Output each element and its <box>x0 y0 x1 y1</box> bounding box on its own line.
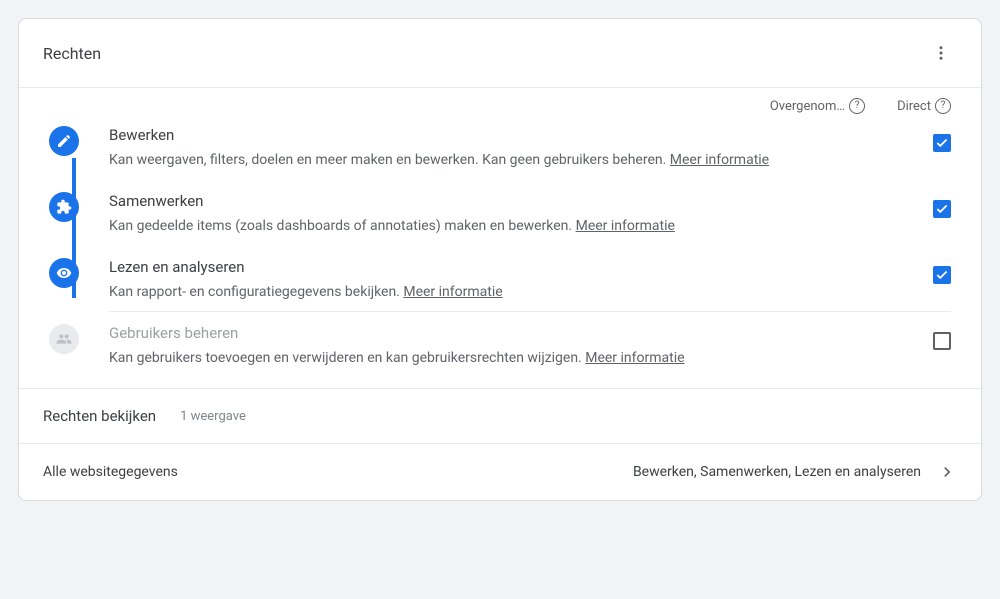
permission-title: Bewerken <box>109 126 891 144</box>
direct-checkbox[interactable] <box>933 332 951 350</box>
permission-description: Kan weergaven, filters, doelen en meer m… <box>109 152 891 168</box>
permission-row-collaborate: Samenwerken Kan gedeelde items (zoals da… <box>19 180 981 246</box>
permissions-card: Rechten Overgenom… ? Direct ? Bewerken <box>18 18 982 501</box>
direct-checkbox[interactable] <box>933 134 951 152</box>
view-row[interactable]: Alle websitegegevens Bewerken, Samenwerk… <box>19 443 981 500</box>
permission-title: Lezen en analyseren <box>109 258 891 276</box>
section-title: Rechten bekijken <box>43 407 156 425</box>
permission-description: Kan gebruikers toevoegen en verwijderen … <box>109 350 891 366</box>
view-permissions-section: Rechten bekijken 1 weergave <box>19 388 981 443</box>
column-headers: Overgenom… ? Direct ? <box>19 88 981 114</box>
direct-label: Direct <box>897 99 931 114</box>
collaborate-icon <box>49 192 79 222</box>
permission-row-read: Lezen en analyseren Kan rapport- en conf… <box>19 246 981 312</box>
more-info-link[interactable]: Meer informatie <box>403 284 502 300</box>
edit-icon <box>49 126 79 156</box>
manage-users-icon <box>49 324 79 354</box>
more-vert-icon <box>932 44 950 62</box>
more-info-link[interactable]: Meer informatie <box>576 218 675 234</box>
permission-title: Gebruikers beheren <box>109 324 891 342</box>
permission-row-manage-users: Gebruikers beheren Kan gebruikers toevoe… <box>19 312 981 378</box>
card-header: Rechten <box>19 19 981 88</box>
direct-column: Direct ? <box>897 98 951 114</box>
inherited-label: Overgenom… <box>770 99 845 114</box>
more-info-link[interactable]: Meer informatie <box>585 350 684 366</box>
permission-description: Kan gedeelde items (zoals dashboards of … <box>109 218 891 234</box>
view-name: Alle websitegegevens <box>43 464 178 480</box>
view-count: 1 weergave <box>180 409 246 424</box>
read-icon <box>49 258 79 288</box>
chevron-right-icon <box>937 462 957 482</box>
permission-title: Samenwerken <box>109 192 891 210</box>
overflow-menu-button[interactable] <box>925 37 957 69</box>
help-icon[interactable]: ? <box>935 98 951 114</box>
direct-checkbox[interactable] <box>933 266 951 284</box>
direct-checkbox[interactable] <box>933 200 951 218</box>
more-info-link[interactable]: Meer informatie <box>670 152 769 168</box>
permission-row-edit: Bewerken Kan weergaven, filters, doelen … <box>19 114 981 180</box>
permission-list: Bewerken Kan weergaven, filters, doelen … <box>19 114 981 388</box>
card-title: Rechten <box>43 44 101 63</box>
permission-description: Kan rapport- en configuratiegegevens bek… <box>109 284 891 300</box>
inherited-column: Overgenom… ? <box>770 98 865 114</box>
view-permissions-summary: Bewerken, Samenwerken, Lezen en analyser… <box>633 464 921 480</box>
help-icon[interactable]: ? <box>849 98 865 114</box>
